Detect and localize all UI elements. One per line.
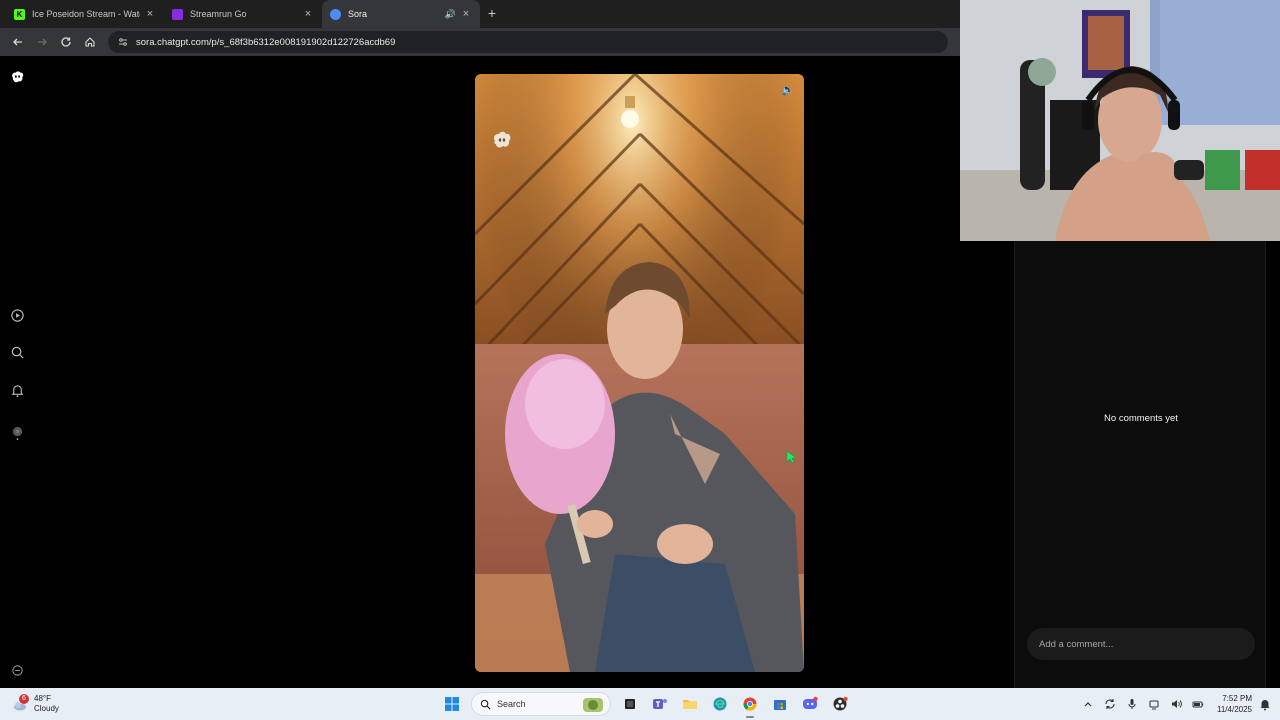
sora-logo-icon[interactable] xyxy=(9,68,26,85)
search-label: Search xyxy=(497,699,526,709)
discord-icon xyxy=(803,696,818,709)
system-tray: 7:52 PM 11/4/2025 xyxy=(1077,692,1272,716)
sync-icon[interactable] xyxy=(1101,695,1119,713)
chrome-icon xyxy=(743,697,757,711)
new-tab-button[interactable]: + xyxy=(480,0,504,28)
edge-icon xyxy=(713,697,727,711)
taskbar-search[interactable]: Search xyxy=(471,692,611,716)
home-icon xyxy=(85,37,95,47)
windows-start-button[interactable] xyxy=(440,692,464,716)
tab-streamrun-go[interactable]: Streamrun Go × xyxy=(164,0,322,28)
browser-toolbar: sora.chatgpt.com/p/s_68f3b6312e008191902… xyxy=(0,28,960,56)
video-player[interactable]: 🔈 xyxy=(475,74,804,672)
browser-tab-strip: K Ice Poseidon Stream - Watch Li × Strea… xyxy=(0,0,960,28)
url-text: sora.chatgpt.com/p/s_68f3b6312e008191902… xyxy=(136,36,396,48)
tab-title: Sora xyxy=(348,9,368,19)
tab-title: Streamrun Go xyxy=(190,9,247,19)
back-button[interactable] xyxy=(6,30,30,54)
taskbar-apps: Search xyxy=(437,692,855,718)
edge-button[interactable] xyxy=(708,692,732,716)
battery-icon[interactable] xyxy=(1189,695,1207,713)
clock[interactable]: 7:52 PM 11/4/2025 xyxy=(1217,693,1252,715)
streamrun-favicon-icon xyxy=(172,8,183,20)
weather-text: 48°F Cloudy xyxy=(34,694,59,714)
tab-close-icon[interactable]: × xyxy=(302,8,314,20)
search-icon xyxy=(480,699,491,709)
task-view-button[interactable] xyxy=(618,692,642,716)
tab-close-icon[interactable]: × xyxy=(460,8,472,20)
clock-time: 7:52 PM xyxy=(1222,694,1252,703)
sora-sidebar xyxy=(0,56,36,688)
weather-widget[interactable]: 6 48°F Cloudy xyxy=(12,693,92,715)
mouse-cursor-icon xyxy=(786,450,796,464)
tab-sora[interactable]: Sora 🔊 × xyxy=(322,0,480,28)
no-comments-text: No comments yet xyxy=(1104,413,1178,424)
comments-panel: No comments yet Add a comment... xyxy=(1014,241,1266,688)
tab-audio-icon[interactable]: 🔊 xyxy=(445,9,456,20)
tab-title: Ice Poseidon Stream - Watch Li xyxy=(32,9,140,19)
windows-taskbar: 6 48°F Cloudy Search 7:52 PM 11/4/2025 xyxy=(0,688,1280,720)
windows-logo-icon xyxy=(445,697,459,711)
tab-ice-poseidon[interactable]: K Ice Poseidon Stream - Watch Li × xyxy=(6,0,164,28)
screen: K Ice Poseidon Stream - Watch Li × Strea… xyxy=(0,0,1280,720)
file-explorer-button[interactable] xyxy=(678,692,702,716)
chrome-button[interactable] xyxy=(738,692,762,718)
notification-bell-icon[interactable] xyxy=(1258,697,1272,711)
arrow-right-icon xyxy=(38,38,47,46)
search-icon[interactable] xyxy=(9,344,26,361)
discord-button[interactable] xyxy=(798,692,822,716)
arrow-left-icon xyxy=(13,38,22,46)
comment-input[interactable]: Add a comment... xyxy=(1027,628,1255,660)
microsoft-store-button[interactable] xyxy=(768,692,792,716)
folder-icon xyxy=(683,700,697,709)
video-sound-icon[interactable]: 🔈 xyxy=(780,82,796,98)
profile-avatar-icon[interactable] xyxy=(9,424,26,441)
weather-badge: 6 xyxy=(19,694,29,704)
reload-icon xyxy=(61,37,71,47)
cloud-icon: 6 xyxy=(12,694,29,712)
obs-button[interactable] xyxy=(828,692,852,716)
more-options-icon[interactable] xyxy=(9,662,26,679)
teams-icon xyxy=(653,699,667,709)
obs-icon xyxy=(833,696,848,711)
task-view-icon xyxy=(625,699,635,709)
microphone-icon[interactable] xyxy=(1123,695,1141,713)
clock-date: 11/4/2025 xyxy=(1217,705,1252,714)
teams-button[interactable] xyxy=(648,692,672,716)
network-icon[interactable] xyxy=(1145,695,1163,713)
store-icon xyxy=(774,700,786,710)
bell-icon[interactable] xyxy=(9,382,26,399)
sora-favicon-icon xyxy=(330,8,341,20)
feed-play-icon[interactable] xyxy=(9,307,26,324)
kick-favicon-icon: K xyxy=(14,8,25,20)
forward-button[interactable] xyxy=(30,30,54,54)
tab-close-icon[interactable]: × xyxy=(144,8,156,20)
address-bar[interactable]: sora.chatgpt.com/p/s_68f3b6312e008191902… xyxy=(108,31,948,53)
video-frame xyxy=(475,74,804,672)
weather-condition: Cloudy xyxy=(34,704,59,713)
volume-icon[interactable] xyxy=(1167,695,1185,713)
webcam-overlay xyxy=(960,0,1280,241)
chevron-up-icon[interactable] xyxy=(1079,695,1097,713)
site-settings-icon[interactable] xyxy=(118,37,128,47)
temperature: 48°F xyxy=(34,694,51,703)
home-button[interactable] xyxy=(78,30,102,54)
search-highlight-icon xyxy=(583,698,603,712)
webcam-frame xyxy=(960,0,1280,241)
reload-button[interactable] xyxy=(54,30,78,54)
sora-watermark-icon xyxy=(493,131,511,148)
